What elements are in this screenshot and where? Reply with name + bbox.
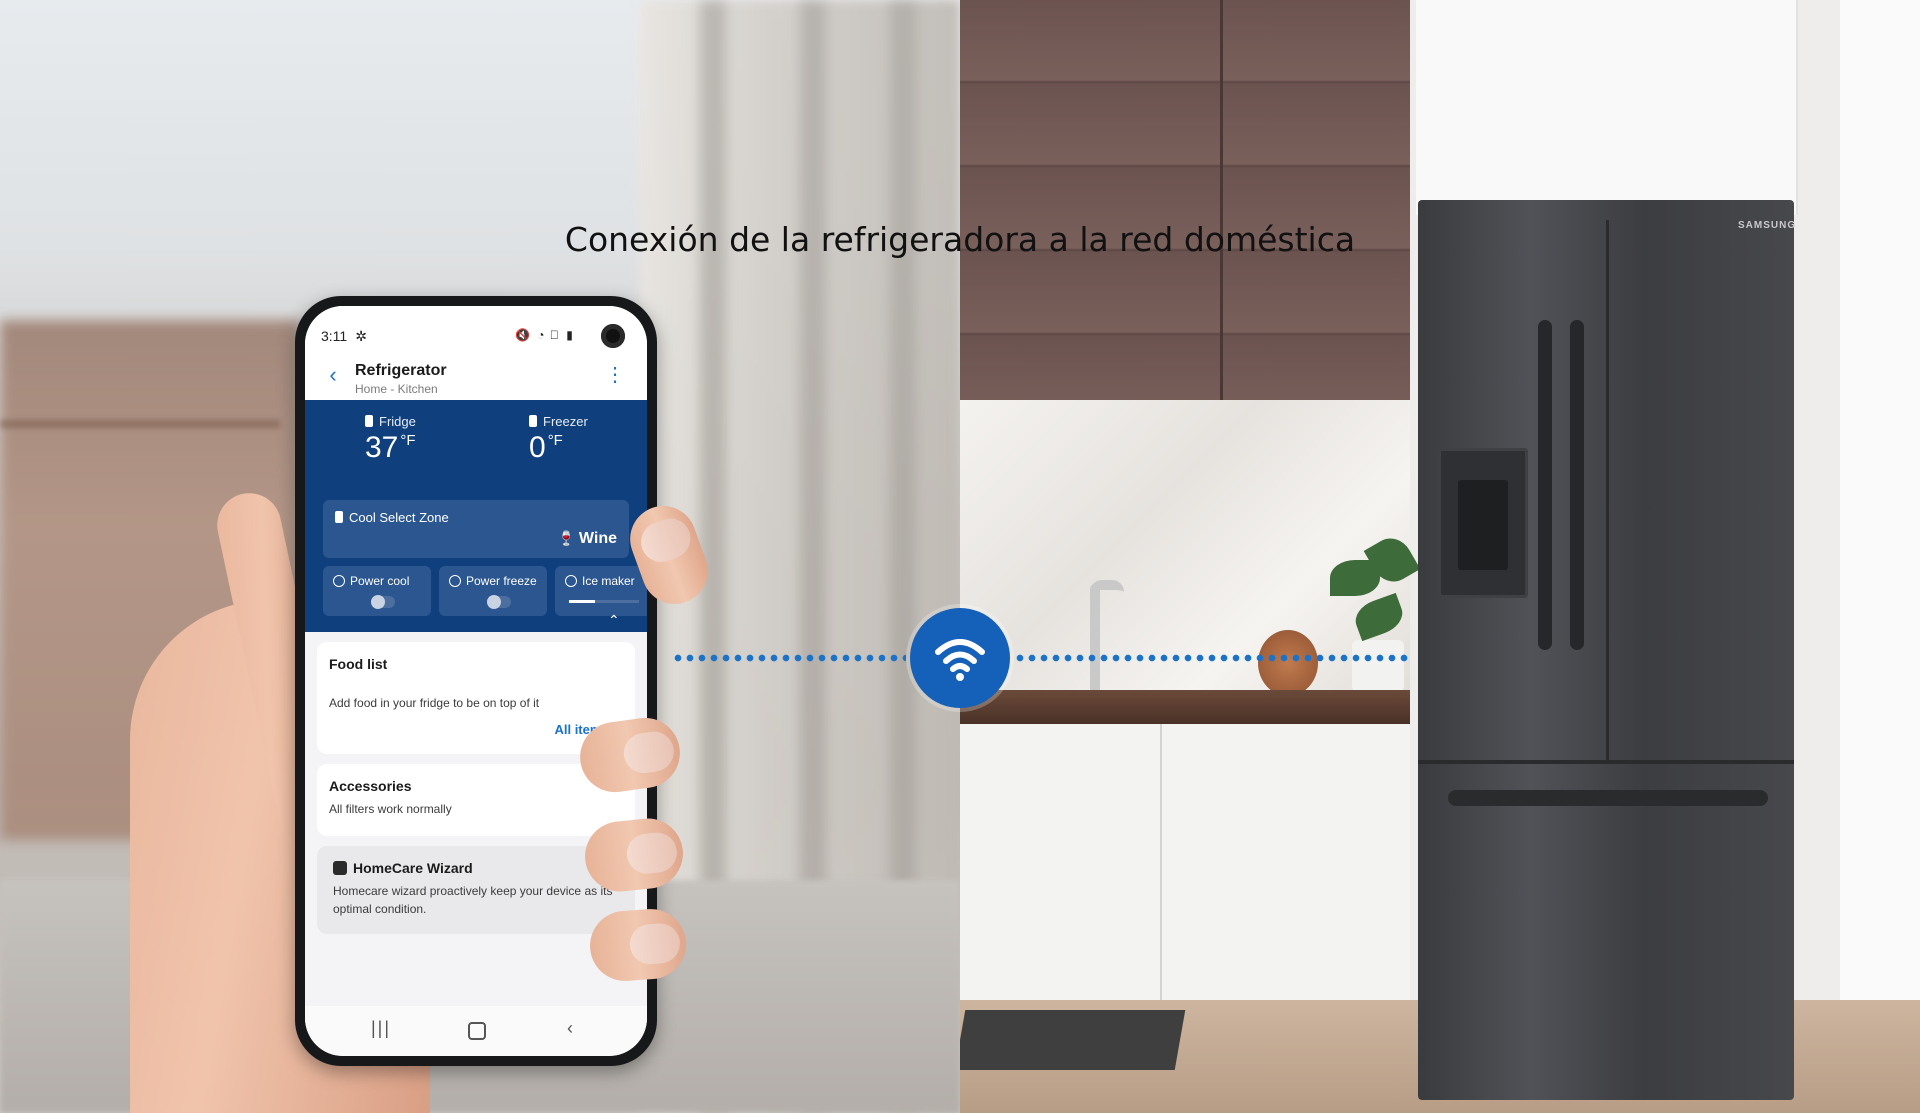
ice-maker-label: Ice maker bbox=[582, 574, 635, 588]
ice-maker-icon bbox=[565, 575, 577, 587]
power-freeze-toggle[interactable] bbox=[487, 595, 511, 609]
collapse-icon[interactable]: ⌃ bbox=[608, 612, 620, 629]
more-vert-icon[interactable]: ⋮ bbox=[605, 360, 625, 390]
freezer-drawer-handle bbox=[1448, 790, 1768, 806]
power-cool-tile[interactable]: Power cool bbox=[323, 566, 431, 616]
status-extra-icon: ✲ bbox=[355, 328, 367, 344]
front-camera bbox=[601, 324, 625, 348]
cool-select-value: Wine bbox=[578, 530, 617, 547]
home-button-icon[interactable] bbox=[468, 1022, 486, 1040]
status-icons: 🔇 ◔ ⃠ ▮ bbox=[515, 328, 575, 342]
cool-select-label: Cool Select Zone bbox=[349, 510, 449, 525]
wifi-icon bbox=[935, 639, 985, 681]
fridge-icon bbox=[365, 415, 373, 427]
control-panel: Fridge 37 °F Freezer 0 °F Cool Select Zone… bbox=[305, 400, 647, 632]
page-title: Conexión de la refrigeradora a la red do… bbox=[564, 220, 1356, 259]
faucet-stem bbox=[1090, 584, 1100, 694]
ice-maker-slider[interactable] bbox=[569, 600, 639, 603]
upper-cabinet bbox=[1416, 0, 1798, 215]
home-icon bbox=[333, 861, 347, 875]
fridge-label: Fridge bbox=[379, 414, 416, 429]
connection-dots-right bbox=[1014, 654, 1408, 662]
refrigerator: SAMSUNG bbox=[1418, 200, 1795, 1100]
countertop bbox=[960, 690, 1410, 724]
wine-glass-icon: 🍷 bbox=[557, 530, 575, 546]
freezer-temp[interactable]: Freezer 0 °F bbox=[529, 414, 647, 465]
status-time: 3:11 ✲ bbox=[321, 328, 367, 344]
power-cool-toggle[interactable] bbox=[371, 595, 395, 609]
app-title: Refrigerator bbox=[355, 362, 447, 379]
recents-icon[interactable]: ||| bbox=[371, 1018, 391, 1039]
freezer-temp-value: 0 bbox=[529, 431, 546, 464]
freezer-label: Freezer bbox=[543, 414, 588, 429]
wall bbox=[1840, 0, 1920, 1113]
food-list-text: Add food in your fridge to be on top of … bbox=[329, 696, 540, 710]
building-detail bbox=[0, 420, 280, 428]
wood-cabinet bbox=[960, 0, 1410, 430]
connection-dots-left bbox=[672, 654, 906, 662]
power-cool-label: Power cool bbox=[350, 574, 410, 588]
freezer-icon bbox=[529, 415, 537, 427]
freezer-temp-unit: °F bbox=[547, 432, 563, 449]
status-bar: 3:11 ✲ 🔇 ◔ ⃠ ▮ bbox=[305, 306, 647, 350]
fridge-icon bbox=[335, 511, 343, 523]
app-bar: ‹ Refrigerator Home - Kitchen ⋮ bbox=[305, 350, 647, 401]
food-list-title: Food list bbox=[329, 656, 388, 672]
lower-cabinet bbox=[960, 724, 1410, 1024]
power-freeze-label: Power freeze bbox=[466, 574, 537, 588]
power-freeze-tile[interactable]: Power freeze bbox=[439, 566, 547, 616]
fridge-handle bbox=[1570, 320, 1584, 650]
accessories-title: Accessories bbox=[329, 778, 412, 794]
nav-back-icon[interactable]: ‹ bbox=[567, 1018, 573, 1039]
fridge-temp[interactable]: Fridge 37 °F bbox=[365, 414, 515, 465]
background-kitchen: SAMSUNG bbox=[960, 0, 1920, 1113]
system-nav-bar: ||| ‹ bbox=[305, 1006, 647, 1056]
fridge-temp-value: 37 bbox=[365, 431, 399, 464]
wifi-badge bbox=[910, 608, 1010, 708]
power-freeze-icon bbox=[449, 575, 461, 587]
fridge-handle bbox=[1538, 320, 1552, 650]
homecare-text: Homecare wizard proactively keep your de… bbox=[333, 884, 613, 916]
cool-select-zone-card[interactable]: Cool Select Zone 🍷 Wine bbox=[323, 500, 629, 558]
fridge-temp-unit: °F bbox=[400, 432, 416, 449]
homecare-title: HomeCare Wizard bbox=[333, 860, 473, 876]
app-subtitle: Home - Kitchen bbox=[355, 382, 438, 396]
accessories-text: All filters work normally bbox=[329, 802, 452, 816]
rug bbox=[960, 1010, 1186, 1070]
ice-maker-tile[interactable]: Ice maker bbox=[555, 566, 647, 616]
cutting-board bbox=[1258, 630, 1318, 696]
back-arrow-icon[interactable]: ‹ bbox=[321, 363, 345, 387]
power-cool-icon bbox=[333, 575, 345, 587]
plant-pot bbox=[1352, 640, 1404, 692]
